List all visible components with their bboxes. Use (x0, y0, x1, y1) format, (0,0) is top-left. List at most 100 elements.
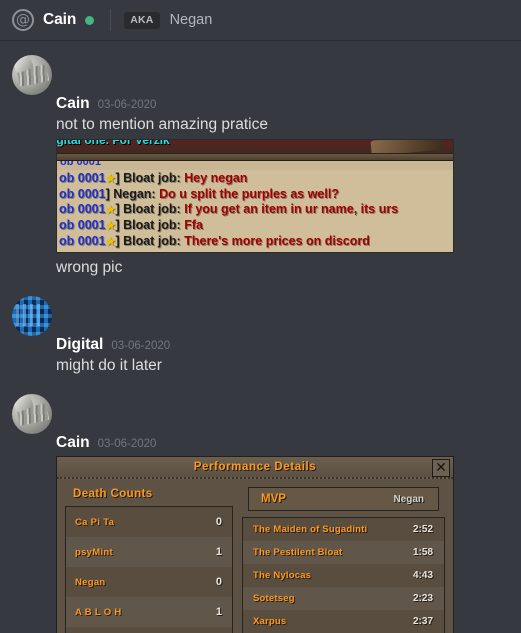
player-name: Ca Pi Ta (75, 516, 115, 528)
boss-name: The Pestilent Bloat (253, 547, 343, 558)
message-header: Cain 03-06-2020 (56, 434, 511, 452)
rs-partial-prefix: ob 0001 (60, 161, 101, 168)
message-timestamp: 03-06-2020 (97, 99, 157, 111)
table-row: Xarpus 2:37 (243, 610, 444, 633)
message-text: not to mention amazing pratice (56, 116, 268, 133)
rs-line-speaker: Bloat job: (123, 218, 181, 232)
message-item: Digital 03-06-2020 might do it later (0, 278, 521, 376)
rs-star-icon: ★ (105, 204, 116, 216)
rs-star-icon: ★ (105, 236, 116, 248)
boss-time: 2:52 (412, 524, 433, 535)
table-row: A B L O H 1 (66, 597, 232, 627)
rs-line-prefix: ob 0001 (59, 187, 106, 201)
avatar[interactable] (12, 394, 52, 434)
death-counts-column: Death Counts Ca Pi Ta 0 psyMint 1 Negan … (65, 485, 233, 633)
message-author[interactable]: Digital (56, 336, 103, 354)
rs-chat-line: ob 0001★] Bloat job: If you get an item … (59, 202, 453, 218)
mvp-box: MVP Negan (248, 487, 439, 511)
rs-chat-line: ob 0001★] Bloat job: Ffa (59, 218, 453, 234)
table-row: Ca Pi Ta 0 (66, 507, 232, 537)
boss-name: The Nylocas (253, 570, 312, 581)
rs-line-body: There's more prices on discord (184, 234, 370, 248)
rs-line-bracket: ] (115, 234, 120, 248)
rs-partial-body (177, 161, 180, 168)
rs-line-bracket: ] (105, 187, 110, 201)
rs-line-bracket: ] (115, 202, 120, 216)
rs-line-speaker: Negan: (113, 187, 156, 201)
boss-time: 2:23 (412, 593, 433, 604)
rs-chat-cutoff-strip: igital one. For Verzik (57, 140, 453, 153)
at-icon: @ (12, 9, 34, 31)
message-header: Cain 03-06-2020 (56, 95, 511, 113)
rs-chat-line: ob 0001] Negan: Do u split the purples a… (59, 187, 453, 202)
panel-title: Performance Details (193, 461, 317, 473)
table-row: Sotetseg 2:23 (243, 587, 444, 610)
rs-chat-lines: ob 0001★] Bloat job: Hey negan ob 0001] … (57, 170, 453, 252)
rs-star-icon: ★ (105, 173, 116, 185)
message-item: Cain 03-06-2020 Performance Details ✕ De… (0, 376, 521, 633)
rs-line-speaker: Bloat job: (123, 202, 181, 216)
message-text: might do it later (56, 357, 162, 374)
message-author[interactable]: Cain (56, 434, 90, 452)
rs-line-prefix: ob 0001 (59, 202, 106, 216)
message-header: Digital 03-06-2020 (56, 336, 511, 354)
rs-chat-line: ob 0001★] Bloat job: Hey negan (59, 171, 453, 187)
message-author[interactable]: Cain (56, 95, 90, 113)
table-row: Negan 0 (66, 567, 232, 597)
channel-header: @ Cain AKA Negan (0, 0, 521, 41)
rs-line-speaker: Bloat job: (123, 234, 181, 248)
rs-line-prefix: ob 0001 (59, 218, 106, 232)
avatar[interactable] (12, 296, 52, 336)
player-name: A B L O H (75, 606, 122, 618)
message-text: wrong pic (56, 259, 123, 276)
boss-times-table: The Maiden of Sugadinti 2:52 The Pestile… (242, 517, 445, 633)
rs-line-speaker: Bloat job: (123, 171, 181, 185)
aka-nickname: Negan (169, 12, 213, 28)
rs-line-prefix: ob 0001 (59, 171, 106, 185)
boss-time: 1:58 (412, 547, 433, 558)
table-row: The Nylocas 4:43 (243, 564, 444, 587)
rs-chat-divider-bar (57, 153, 453, 161)
player-name: Negan (75, 576, 106, 588)
boss-time: 4:43 (412, 570, 433, 581)
header-divider (110, 9, 112, 31)
boss-name: The Maiden of Sugadinti (253, 524, 368, 535)
rs-line-body: Ffa (184, 218, 203, 232)
death-count: 0 (215, 516, 222, 528)
message-timestamp: 03-06-2020 (97, 438, 157, 450)
table-row: psyMint 1 (66, 537, 232, 567)
avatar[interactable] (12, 55, 52, 95)
runescape-chat-screenshot[interactable]: igital one. For Verzik ob 0001 ob 0001★]… (56, 139, 454, 253)
panel-body: Death Counts Ca Pi Ta 0 psyMint 1 Negan … (57, 479, 453, 633)
aka-badge: AKA (124, 11, 160, 29)
rs-line-body: Do u split the purples as well? (159, 187, 339, 201)
message-timestamp: 03-06-2020 (111, 340, 171, 352)
table-row: The Pestilent Bloat 1:58 (243, 541, 444, 564)
rs-chat-decor (370, 140, 444, 153)
death-count: 1 (215, 606, 222, 618)
boss-name: Xarpus (253, 616, 287, 627)
rs-line-body: If you get an item in ur name, its urs (184, 202, 399, 216)
mvp-value: Negan (393, 493, 424, 505)
death-counts-title: Death Counts (73, 488, 153, 500)
rs-star-icon: ★ (105, 220, 116, 232)
rs-chat-cutoff-text: igital one. For Verzik (57, 140, 170, 147)
table-row: The Maiden of Sugadinti 2:52 (243, 518, 444, 541)
message-list: Cain 03-06-2020 not to mention amazing p… (0, 41, 521, 633)
header-username: Cain (43, 11, 77, 28)
rs-line-prefix: ob 0001 (59, 234, 106, 248)
rs-chat-line: ob 0001★] Bloat job: There's more prices… (59, 234, 453, 250)
table-row: - - (66, 627, 232, 633)
death-count: 0 (215, 576, 222, 588)
rs-line-bracket: ] (115, 218, 120, 232)
rs-chat-partial-line: ob 0001 (57, 161, 453, 170)
close-icon[interactable]: ✕ (432, 459, 450, 477)
performance-details-panel[interactable]: Performance Details ✕ Death Counts Ca Pi… (56, 456, 454, 633)
stats-column: MVP Negan The Maiden of Sugadinti 2:52 T… (242, 485, 445, 633)
boss-time: 2:37 (412, 616, 433, 627)
death-counts-table: Ca Pi Ta 0 psyMint 1 Negan 0 A B L O H 1 (65, 506, 233, 633)
panel-title-bar: Performance Details ✕ (57, 457, 453, 479)
rs-line-body: Hey negan (184, 171, 248, 185)
status-online-indicator (85, 15, 95, 25)
boss-name: Sotetseg (253, 593, 295, 604)
